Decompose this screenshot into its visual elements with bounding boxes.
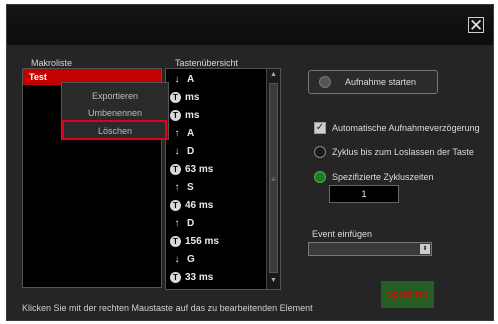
arrow-down-icon: ↓	[174, 74, 180, 85]
key-list-item[interactable]: ↑ A	[170, 125, 195, 143]
key-list-item-text: G	[187, 254, 195, 265]
save-button[interactable]: Speichern	[381, 281, 434, 308]
dropdown-arrow-icon[interactable]: ⬍	[420, 244, 430, 254]
status-hint: Klicken Sie mit der rechten Maustaste au…	[22, 303, 313, 313]
key-list-item[interactable]: T 156 ms	[170, 233, 219, 251]
key-list-item[interactable]: ↑ D	[170, 215, 195, 233]
arrow-up-icon: ↑	[174, 218, 180, 229]
key-list-item-text: S	[187, 182, 194, 193]
key-list-item[interactable]: T 46 ms	[170, 197, 213, 215]
timer-icon: T	[170, 163, 181, 175]
key-list-item[interactable]: T 33 ms	[170, 269, 213, 287]
insert-event-select[interactable]: ⬍	[308, 242, 432, 256]
scroll-up-icon[interactable]: ▲	[267, 69, 280, 81]
key-list-item-text: 46 ms	[185, 200, 214, 211]
key-list-item-text: 63 ms	[185, 164, 214, 175]
cycle-until-release-radio[interactable]	[314, 146, 326, 158]
key-list-item[interactable]: T 63 ms	[170, 161, 213, 179]
macrolist-label: Makroliste	[31, 58, 73, 68]
close-icon[interactable]: ✕	[468, 17, 484, 34]
key-list-item[interactable]: ↓ A	[170, 71, 195, 89]
key-list-item-text: 33 ms	[185, 272, 214, 283]
arrow-up-icon: ↑	[174, 128, 180, 139]
scroll-thumb[interactable]: ≡	[269, 83, 278, 273]
key-list-item[interactable]: ↓ D	[170, 143, 195, 161]
grip-icon: ≡	[271, 175, 276, 184]
menu-item-rename[interactable]: Umbenennen	[62, 105, 168, 121]
key-list-item-text: D	[187, 146, 195, 157]
timer-icon: T	[170, 199, 181, 211]
timer-icon: T	[170, 235, 181, 247]
scroll-down-icon[interactable]: ▼	[267, 275, 280, 287]
timer-icon: T	[170, 91, 181, 103]
insert-event-label: Event einfügen	[312, 229, 373, 239]
record-icon	[319, 76, 331, 88]
start-recording-button[interactable]: Aufnahme starten	[308, 70, 438, 94]
specified-cycles-label: Spezifizierte Zykluszeiten	[332, 172, 434, 182]
key-sequence-list[interactable]: ↓ A Tms Tms ↑ A ↓ D T 63 ms ↑ S T 46 ms ↑ D T 156 ms ↓ G T 33…	[165, 68, 281, 290]
key-list-item[interactable]: Tms	[170, 89, 199, 107]
key-list-item-text: ms	[185, 110, 200, 121]
menu-item-export[interactable]: Exportieren	[62, 88, 168, 104]
delete-highlight-box	[62, 120, 167, 140]
key-list-item[interactable]: ↑ S	[170, 179, 194, 197]
cycle-until-release-label: Zyklus bis zum Loslassen der Taste	[332, 147, 474, 157]
keylist-scrollbar[interactable]: ▲ ≡ ▼	[266, 69, 280, 289]
key-list-item-text: A	[187, 128, 195, 139]
auto-delay-label: Automatische Aufnahmeverzögerung	[332, 123, 480, 133]
cycle-count-input[interactable]: 1	[329, 185, 399, 203]
keylist-label: Tastenübersicht	[175, 58, 239, 68]
start-recording-label: Aufnahme starten	[345, 77, 417, 87]
timer-icon: T	[170, 271, 181, 283]
title-bar: ✕	[7, 5, 493, 45]
key-list-item-text: 156 ms	[185, 236, 219, 247]
arrow-up-icon: ↑	[174, 182, 180, 193]
key-list-item[interactable]: ↓ G	[170, 251, 195, 269]
key-list-item-text: ms	[185, 92, 200, 103]
timer-icon: T	[170, 109, 181, 121]
specified-cycles-radio[interactable]	[314, 171, 326, 183]
arrow-down-icon: ↓	[174, 146, 180, 157]
key-list-item-text: A	[187, 74, 195, 85]
key-list-item[interactable]: Tms	[170, 107, 199, 125]
arrow-down-icon: ↓	[174, 254, 180, 265]
key-list-item-text: D	[187, 218, 195, 229]
auto-delay-checkbox[interactable]: ✓	[314, 122, 326, 134]
